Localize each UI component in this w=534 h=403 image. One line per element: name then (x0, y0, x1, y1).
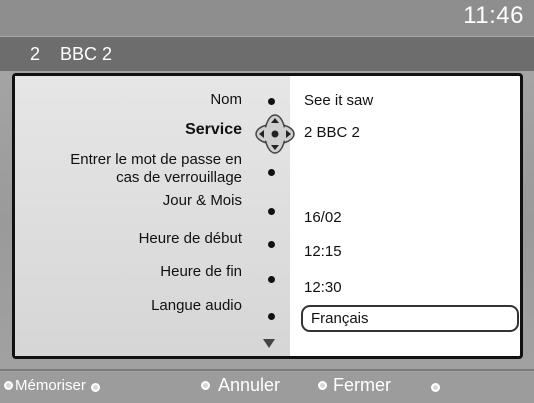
fermer-label: Fermer (333, 375, 391, 395)
remote-color-key-icon (201, 381, 210, 390)
annuler-label: Annuler (218, 375, 281, 395)
audio-language-select[interactable]: Français (301, 305, 519, 332)
remote-color-key-icon (91, 383, 100, 392)
start-time-label: Heure de début (138, 230, 242, 247)
fermer-button[interactable]: Fermer (318, 375, 391, 396)
password-label-line1: Entrer le mot de passe en (70, 151, 242, 168)
name-value[interactable]: See it saw (304, 92, 373, 109)
remote-color-key-icon (431, 383, 440, 392)
remote-color-key-icon (4, 381, 13, 390)
channel-bar: 2 BBC 2 (0, 37, 534, 71)
channel-number: 2 (30, 44, 41, 64)
name-label: Nom (210, 91, 242, 108)
color-key-bar: Mémoriser Annuler Fermer (0, 372, 534, 403)
start-time-value[interactable]: 12:15 (304, 243, 342, 260)
audio-language-label: Langue audio (151, 297, 242, 314)
navigation-cross-icon (255, 114, 295, 154)
top-status-bar: 11:46 (0, 0, 534, 36)
row-bullet (268, 276, 275, 283)
channel-name: BBC 2 (60, 44, 113, 64)
footer-divider (0, 369, 534, 371)
audio-language-value: Français (311, 310, 369, 327)
date-value[interactable]: 16/02 (304, 209, 342, 226)
row-bullet (268, 241, 275, 248)
end-time-label: Heure de fin (160, 263, 242, 280)
clock: 11:46 (463, 2, 524, 29)
memoriser-button[interactable]: Mémoriser (4, 377, 86, 394)
row-bullet (268, 98, 275, 105)
end-time-value[interactable]: 12:30 (304, 279, 342, 296)
annuler-button[interactable]: Annuler (201, 375, 280, 396)
down-triangle-icon (263, 339, 275, 348)
date-label: Jour & Mois (162, 192, 242, 209)
tv-menu-screen: 11:46 2 BBC 2 Nom See it saw Service 2 B… (0, 0, 534, 403)
memoriser-label: Mémoriser (15, 377, 86, 394)
recording-form-panel: Nom See it saw Service 2 BBC 2 Entrer le… (12, 73, 523, 359)
row-bullet (268, 169, 275, 176)
remote-color-key-icon (318, 381, 327, 390)
service-label[interactable]: Service (185, 121, 242, 139)
service-value[interactable]: 2 BBC 2 (304, 124, 360, 141)
row-bullet (268, 313, 275, 320)
row-bullet (268, 208, 275, 215)
password-label-line2: cas de verrouillage (116, 169, 242, 186)
